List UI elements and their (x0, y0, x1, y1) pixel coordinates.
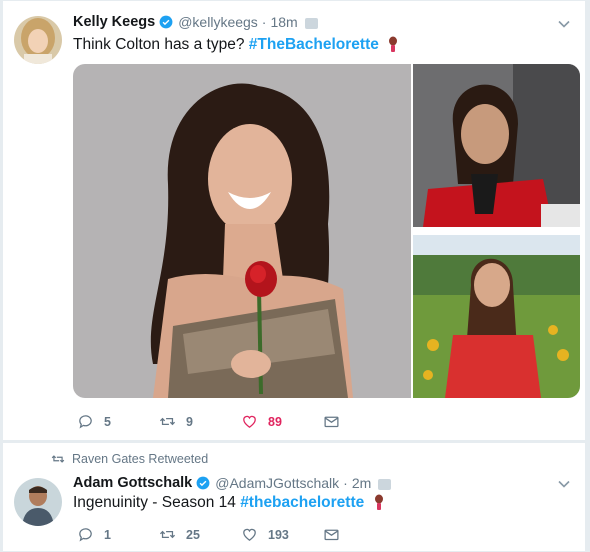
separator-dot: · (261, 14, 267, 30)
tweet[interactable]: Raven Gates Retweeted Adam Gottschalk @A… (2, 442, 586, 552)
hashtag-link[interactable]: #TheBachelorette (249, 36, 379, 53)
tweet-text: Think Colton has a type? #TheBachelorett… (73, 36, 399, 54)
display-name[interactable]: Kelly Keegs (73, 14, 155, 30)
message-button[interactable] (323, 526, 405, 543)
retweet-icon (159, 530, 176, 539)
verified-icon (159, 15, 173, 29)
verified-icon (196, 476, 210, 490)
retweet-small-icon (51, 455, 65, 463)
message-button[interactable] (323, 413, 405, 430)
retweet-context-text: Raven Gates Retweeted (72, 452, 209, 466)
like-count: 89 (268, 414, 282, 429)
reply-button[interactable]: 1 (77, 526, 159, 543)
retweet-button[interactable]: 25 (159, 526, 241, 543)
reply-count: 1 (104, 527, 111, 542)
display-name[interactable]: Adam Gottschalk (73, 475, 192, 491)
tweet[interactable]: Kelly Keegs @kellykeegs · 18m Think Colt… (2, 0, 586, 441)
caret-down-icon[interactable] (557, 17, 571, 31)
photo-top-right[interactable] (413, 64, 580, 227)
timestamp[interactable]: 18m (270, 14, 297, 30)
tweet-body: Think Colton has a type? (73, 36, 245, 53)
photo-main[interactable] (73, 64, 411, 398)
separator-dot: · (343, 475, 348, 491)
user-handle[interactable]: @AdamJGottschalk (215, 475, 339, 491)
heart-icon (243, 528, 256, 541)
tweet-actions: 5 9 89 (77, 413, 405, 430)
retweet-icon (159, 417, 176, 426)
retweet-button[interactable]: 9 (159, 413, 241, 430)
timestamp[interactable]: 2m (352, 475, 371, 491)
media-gallery[interactable] (73, 64, 580, 398)
reply-count: 5 (104, 414, 111, 429)
rose-emoji-icon (389, 36, 398, 52)
caret-down-icon[interactable] (557, 477, 571, 491)
tweet-actions: 1 25 193 (77, 526, 405, 543)
like-count: 193 (268, 527, 289, 542)
timeline: Kelly Keegs @kellykeegs · 18m Think Colt… (0, 0, 590, 552)
retweet-context[interactable]: Raven Gates Retweeted (51, 452, 208, 466)
protected-icon (378, 478, 392, 490)
hashtag-link[interactable]: #thebachelorette (240, 494, 364, 511)
tweet-text: Ingenuinity - Season 14 #thebachelorette (73, 494, 385, 512)
reply-icon (79, 415, 92, 429)
retweet-count: 9 (186, 414, 193, 429)
avatar[interactable] (14, 478, 62, 526)
retweet-count: 25 (186, 527, 200, 542)
reply-icon (79, 528, 92, 542)
tweet-header: Kelly Keegs @kellykeegs · 18m (73, 14, 318, 30)
user-handle[interactable]: @kellykeegs (178, 14, 258, 30)
rose-emoji-icon (374, 494, 383, 510)
like-button[interactable]: 193 (241, 526, 323, 543)
tweet-header: Adam Gottschalk @AdamJGottschalk · 2m (73, 475, 392, 491)
avatar[interactable] (14, 16, 62, 64)
envelope-icon (324, 529, 339, 541)
photo-bottom-right[interactable] (413, 235, 580, 398)
envelope-icon (324, 416, 339, 428)
tweet-body: Ingenuinity - Season 14 (73, 494, 236, 511)
reply-button[interactable]: 5 (77, 413, 159, 430)
like-button[interactable]: 89 (241, 413, 323, 430)
protected-icon (304, 17, 318, 29)
heart-icon (243, 415, 256, 428)
